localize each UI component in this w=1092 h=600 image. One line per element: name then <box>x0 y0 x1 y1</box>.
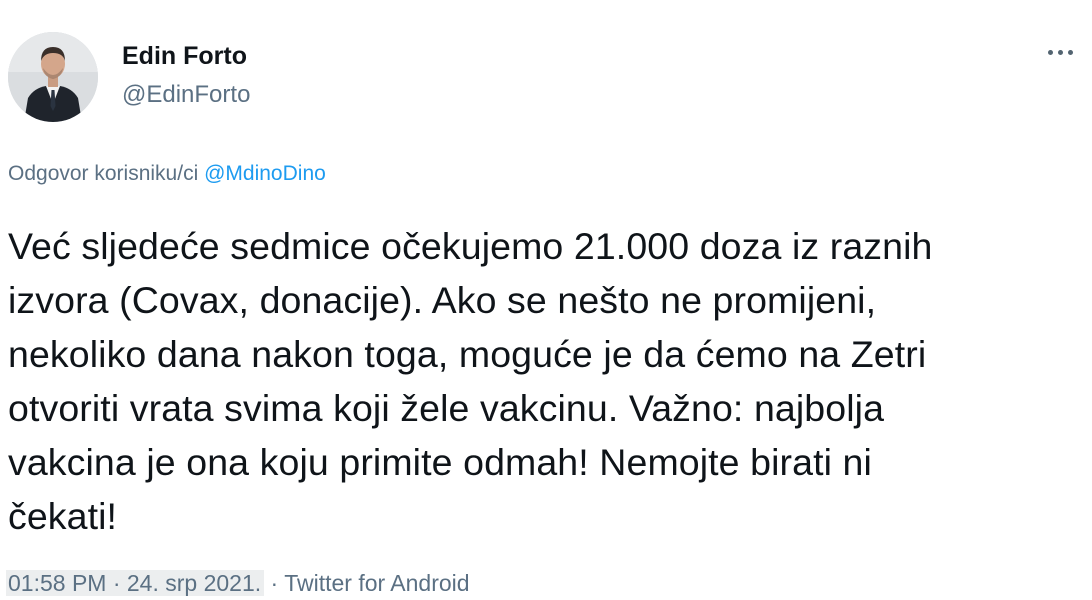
reply-mention-link[interactable]: @MdinoDino <box>204 162 326 185</box>
tweet-card: Edin Forto @EdinForto Odgovor korisniku/… <box>0 0 1092 600</box>
tweet-text-line: otvoriti vrata svima koji žele vakcinu. … <box>8 387 885 429</box>
footer-separator: · <box>270 570 279 596</box>
more-dot <box>1047 49 1053 55</box>
tweet-text-line: Već sljedeće sedmice očekujemo 21.000 do… <box>8 225 933 267</box>
more-horizontal-icon[interactable] <box>1040 40 1080 64</box>
reply-context: Odgovor korisniku/ci @MdinoDino <box>8 159 326 189</box>
tweet-timestamp[interactable]: 01:58 PM · 24. srp 2021. <box>6 570 265 596</box>
tweet-text: Već sljedeće sedmice očekujemo 21.000 do… <box>8 219 1083 543</box>
tweet-text-line: vakcina je ona koju primite odmah! Nemoj… <box>8 441 872 483</box>
more-dot <box>1057 49 1063 55</box>
tweet-text-line: izvora (Covax, donacije). Ako se nešto n… <box>8 279 877 321</box>
more-dot <box>1067 49 1073 55</box>
tweet-source[interactable]: Twitter for Android <box>284 570 469 596</box>
author-display-name[interactable]: Edin Forto <box>122 40 247 72</box>
tweet-footer: 01:58 PM · 24. srp 2021. · Twitter for A… <box>6 566 470 600</box>
reply-prefix: Odgovor korisniku/ci <box>8 162 199 185</box>
tweet-text-line: nekoliko dana nakon toga, moguće je da ć… <box>8 333 927 375</box>
avatar-photo <box>8 32 98 122</box>
avatar[interactable] <box>8 32 98 122</box>
tweet-text-line: čekati! <box>8 495 118 537</box>
author-handle[interactable]: @EdinForto <box>122 79 250 111</box>
